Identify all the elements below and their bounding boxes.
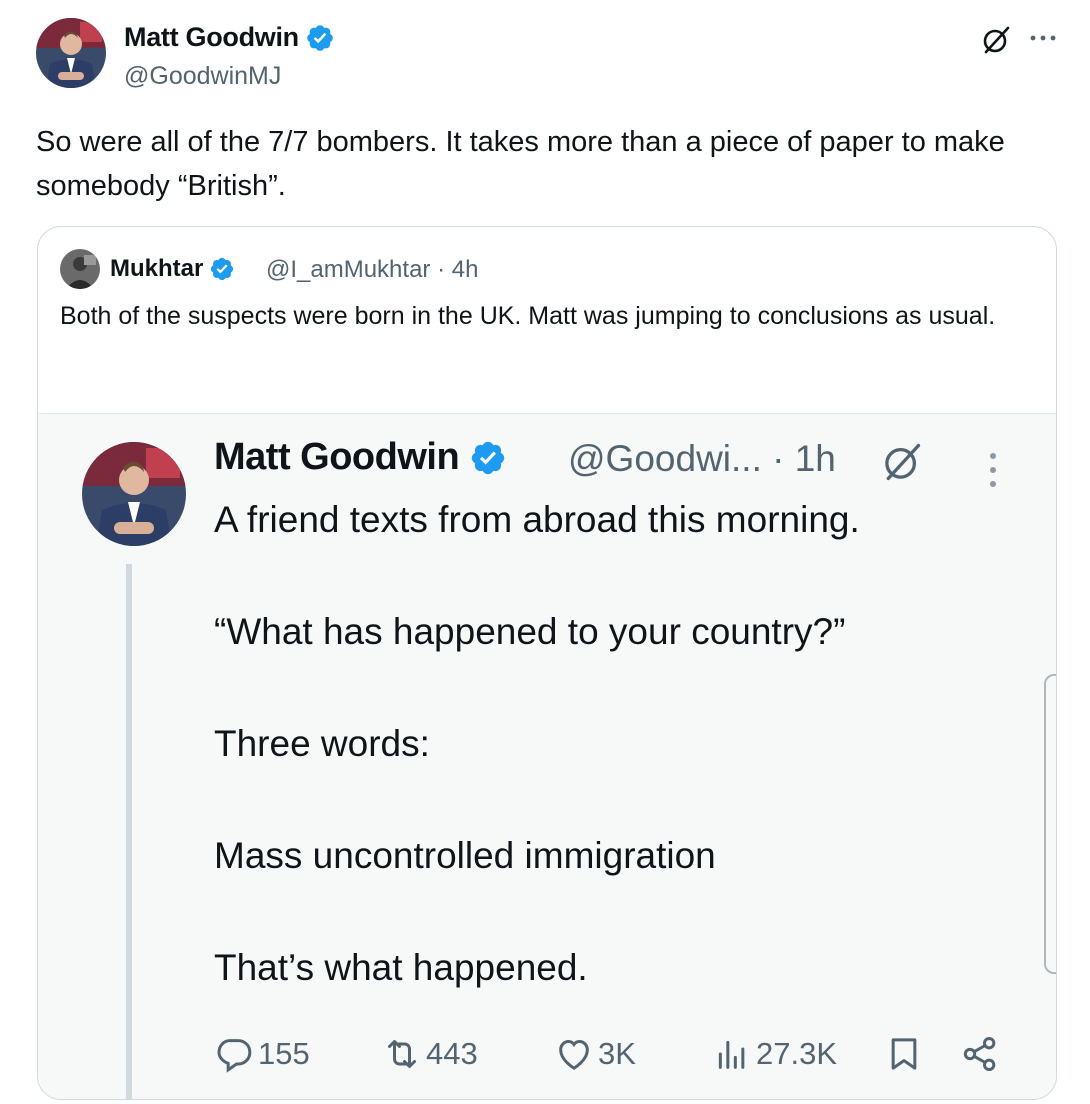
- grok-icon: [885, 443, 921, 481]
- reply-button: 155: [214, 1034, 310, 1074]
- more-icon: [990, 453, 996, 487]
- embedded-author-name-text: Matt Goodwin: [214, 436, 460, 478]
- reply-count: 155: [258, 1036, 310, 1071]
- quoted-tweet-card[interactable]: Mukhtar @I_amMukhtar · 4h Both of the su…: [37, 226, 1057, 1100]
- quoted-author-name[interactable]: Mukhtar: [110, 255, 235, 283]
- thread-line: [126, 564, 132, 1099]
- share-button: [960, 1034, 1004, 1074]
- views-button: 27.3K: [712, 1034, 837, 1074]
- author-name-text[interactable]: Matt Goodwin: [124, 22, 299, 53]
- quoted-tweet-text: Both of the suspects were born in the UK…: [60, 302, 996, 330]
- scrollbar: [1044, 674, 1056, 974]
- like-icon: [559, 1039, 589, 1070]
- author-handle[interactable]: @GoodwinMJ: [124, 62, 281, 91]
- retweet-button: 443: [382, 1034, 478, 1074]
- like-count: 3K: [598, 1036, 636, 1071]
- like-button: 3K: [554, 1034, 636, 1074]
- tweet-text: So were all of the 7/7 bombers. It takes…: [36, 126, 1013, 202]
- quoted-handle-time[interactable]: @I_amMukhtar · 4h: [266, 256, 478, 284]
- retweet-icon: [388, 1040, 416, 1068]
- quoted-author-name-text[interactable]: Mukhtar: [110, 255, 203, 283]
- tweet: Matt Goodwin @GoodwinMJ So were all of t…: [0, 0, 1090, 1104]
- grok-icon[interactable]: [980, 24, 1012, 56]
- retweet-count: 443: [426, 1036, 478, 1071]
- embedded-author-name: Matt Goodwin: [214, 436, 507, 479]
- action-bar: 155 443 3K 27.3K: [214, 1034, 1034, 1084]
- verified-badge-icon: [471, 441, 505, 474]
- bookmark-icon: [891, 1038, 917, 1070]
- quoted-tweet-image[interactable]: Matt Goodwin @Goodwi... · 1h A friend te…: [38, 413, 1056, 1099]
- author-avatar[interactable]: [36, 18, 106, 88]
- verified-badge-icon: [211, 257, 234, 281]
- view-count: 27.3K: [756, 1036, 838, 1071]
- author-name[interactable]: Matt Goodwin: [124, 22, 335, 53]
- embedded-tweet-text: A friend texts from abroad this morning.…: [214, 499, 860, 988]
- bookmark-button: [884, 1034, 928, 1074]
- more-icon[interactable]: [1028, 28, 1058, 48]
- embedded-handle-time: @Goodwi... · 1h: [568, 438, 836, 479]
- embedded-author-avatar: [82, 442, 186, 546]
- views-icon: [718, 1040, 745, 1069]
- verified-badge-icon: [307, 24, 333, 51]
- reply-icon: [217, 1039, 252, 1073]
- quoted-author-avatar[interactable]: [60, 249, 100, 289]
- share-icon: [963, 1037, 996, 1071]
